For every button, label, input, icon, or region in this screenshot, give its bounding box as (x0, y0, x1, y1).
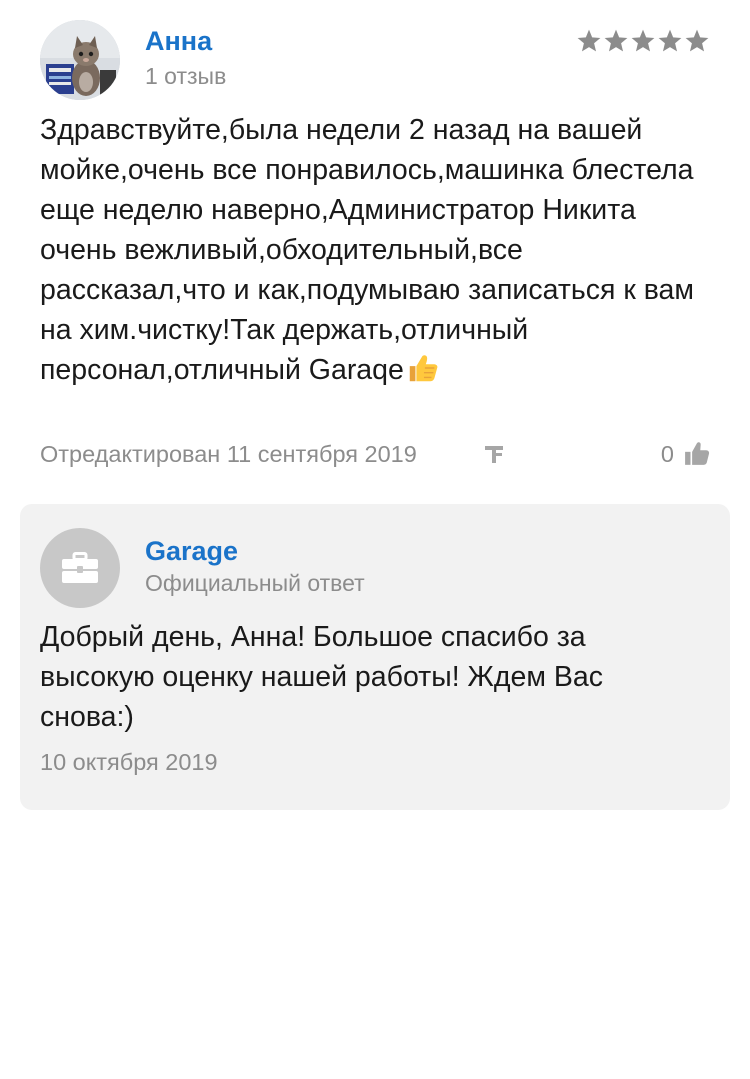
like-count: 0 (660, 441, 674, 467)
rating-stars (576, 28, 710, 54)
official-reply: Garage Официальный ответ Добрый день, Ан… (20, 504, 730, 810)
reply-date: 10 октября 2019 (40, 749, 218, 775)
official-reply-label: Официальный ответ (145, 570, 365, 596)
star-icon (604, 29, 628, 52)
review-body: Здравствуйте,была недели 2 назад на ваше… (40, 114, 694, 386)
star-icon (685, 29, 709, 52)
author-review-count: 1 отзыв (145, 63, 227, 89)
company-name[interactable]: Garage (145, 534, 238, 568)
reply-text: Добрый день, Анна! Большое спасибо за вы… (40, 621, 603, 733)
star-icon (658, 29, 682, 52)
author-name[interactable]: Анна (145, 24, 212, 58)
like-button[interactable]: 0 (661, 436, 710, 472)
review-text: Здравствуйте,была недели 2 назад на ваше… (40, 110, 710, 390)
thumbs-up-icon (685, 442, 710, 465)
cat-photo-icon (40, 20, 120, 100)
briefcase-icon (62, 552, 98, 583)
star-icon (631, 29, 655, 52)
author-avatar[interactable] (40, 20, 120, 100)
company-avatar[interactable] (40, 528, 120, 608)
flamp-icon (485, 446, 503, 463)
review-meta-row: Отредактирован 11 сентября 2019 0 (40, 436, 710, 472)
star-icon (577, 29, 601, 52)
thumbs-up-emoji-icon (409, 355, 438, 382)
edited-date: Отредактирован 11 сентября 2019 (40, 441, 417, 467)
